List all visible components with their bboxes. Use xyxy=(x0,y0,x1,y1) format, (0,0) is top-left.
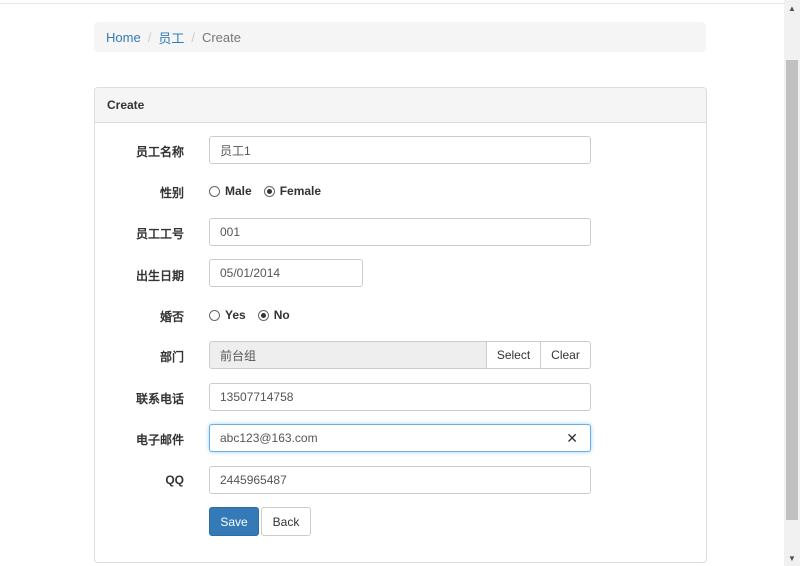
name-input[interactable]: 员工1 xyxy=(209,136,591,164)
top-navbar-edge xyxy=(0,0,784,4)
name-input-value: 员工1 xyxy=(220,143,251,158)
married-label: 婚否 xyxy=(159,310,184,324)
gender-female-radio[interactable] xyxy=(263,185,275,197)
gender-female-label: Female xyxy=(279,184,322,198)
department-value: 前台组 xyxy=(220,348,257,363)
breadcrumb-home-link[interactable]: Home xyxy=(106,30,141,45)
department-label: 部门 xyxy=(159,350,184,364)
back-button[interactable]: Back xyxy=(261,507,311,536)
scrollbar-thumb[interactable] xyxy=(786,60,798,520)
department-select-button[interactable]: Select xyxy=(486,341,541,369)
breadcrumb-current: Create xyxy=(201,29,241,45)
married-option-yes[interactable]: Yes xyxy=(209,308,246,322)
phone-label: 联系电话 xyxy=(135,392,184,406)
department-clear-button[interactable]: Clear xyxy=(540,341,591,369)
email-input[interactable]: abc123@163.com ✕ xyxy=(209,424,591,452)
breadcrumb-separator: / xyxy=(147,29,152,45)
breadcrumb: Home / 员工 / Create xyxy=(94,22,706,52)
married-yes-label: Yes xyxy=(225,308,246,322)
gender-male-label: Male xyxy=(225,184,252,198)
gender-option-female[interactable]: Female xyxy=(263,184,322,198)
employee-no-value: 001 xyxy=(220,225,241,239)
married-option-no[interactable]: No xyxy=(257,308,290,322)
birth-date-label: 出生日期 xyxy=(135,269,184,283)
email-value: abc123@163.com xyxy=(220,431,318,445)
married-no-radio[interactable] xyxy=(257,309,269,321)
qq-label: QQ xyxy=(165,473,184,487)
qq-input[interactable]: 2445965487 xyxy=(209,466,591,494)
chevron-down-icon[interactable]: ▼ xyxy=(784,550,800,566)
married-no-label: No xyxy=(273,308,290,322)
vertical-scrollbar[interactable]: ▲ ▼ xyxy=(784,0,800,566)
save-button[interactable]: Save xyxy=(209,507,259,536)
married-yes-radio[interactable] xyxy=(209,309,220,321)
gender-label: 性别 xyxy=(159,186,184,200)
email-label: 电子邮件 xyxy=(135,433,184,447)
qq-value: 2445965487 xyxy=(220,473,287,487)
panel-title: Create xyxy=(95,88,706,123)
phone-value: 13507714758 xyxy=(220,390,294,404)
name-label: 员工名称 xyxy=(135,145,184,159)
employee-no-label: 员工工号 xyxy=(135,227,184,241)
employee-no-input[interactable]: 001 xyxy=(209,218,591,246)
chevron-up-icon[interactable]: ▲ xyxy=(784,0,800,16)
birth-date-input[interactable]: 05/01/2014 xyxy=(209,259,363,287)
breadcrumb-separator: / xyxy=(191,29,195,45)
close-icon[interactable]: ✕ xyxy=(566,430,578,447)
gender-male-radio[interactable] xyxy=(209,185,220,197)
married-radio-group: Yes No xyxy=(209,308,302,322)
breadcrumb-section-link[interactable]: 员工 xyxy=(158,28,184,47)
phone-input[interactable]: 13507714758 xyxy=(209,383,591,411)
gender-radio-group: Male Female xyxy=(209,184,333,198)
department-input: 前台组 xyxy=(209,341,487,369)
birth-date-value: 05/01/2014 xyxy=(220,266,281,280)
gender-option-male[interactable]: Male xyxy=(209,184,252,198)
